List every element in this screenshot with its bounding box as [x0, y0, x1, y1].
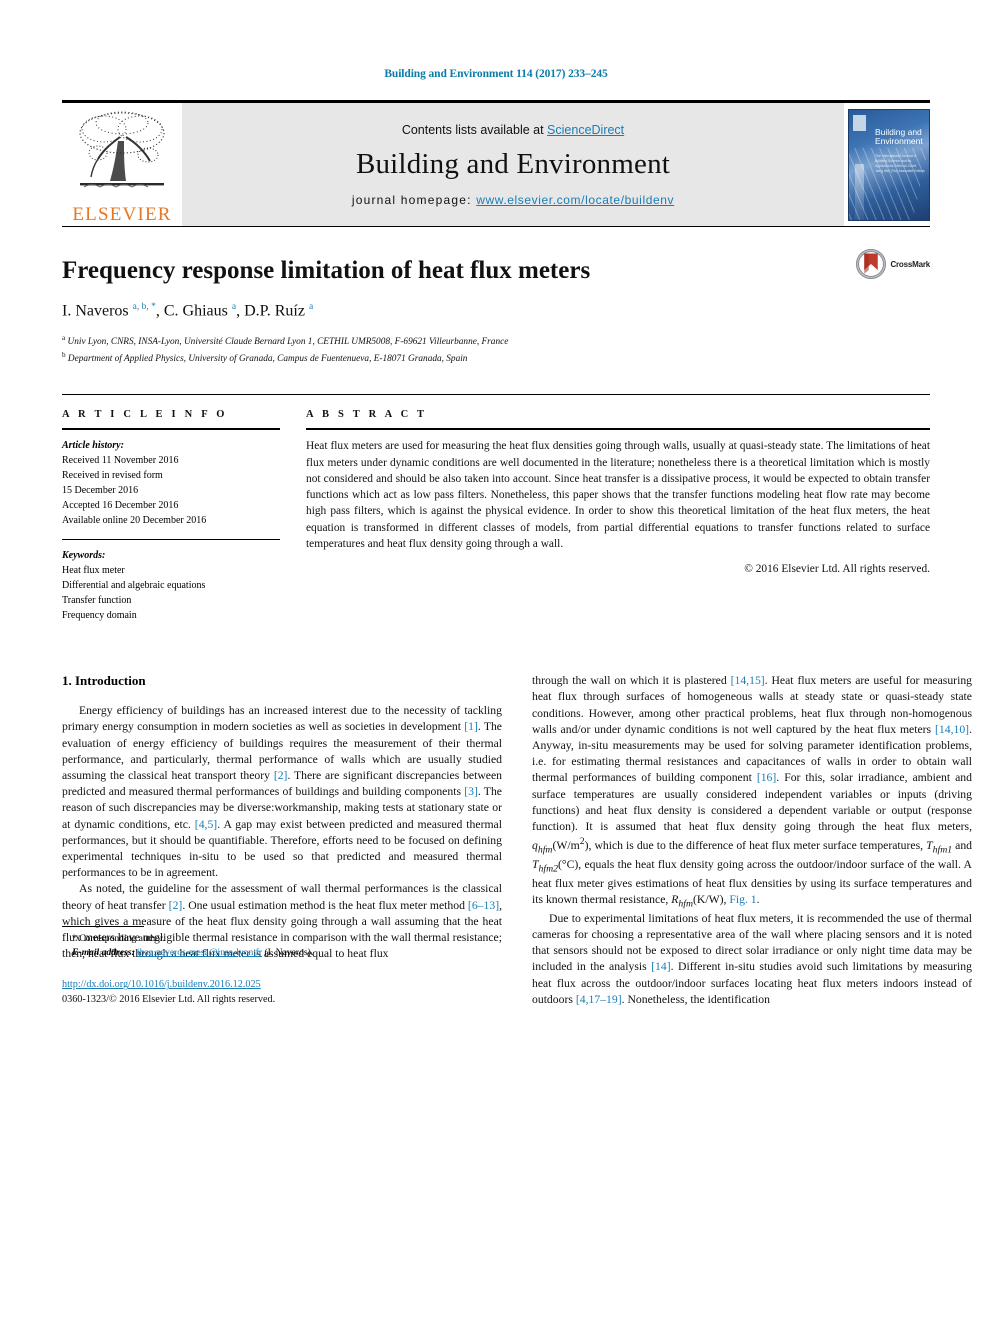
journal-banner: Contents lists available at ScienceDirec…: [182, 103, 844, 226]
affiliation-a: a Univ Lyon, CNRS, INSA-Lyon, Université…: [62, 333, 930, 350]
journal-masthead: ELSEVIER Contents lists available at Sci…: [62, 100, 930, 226]
crossmark-label: CrossMark: [890, 259, 930, 269]
sciencedirect-link[interactable]: ScienceDirect: [547, 123, 624, 137]
abstract-heading: A B S T R A C T: [306, 409, 428, 421]
history-item: Received 11 November 2016: [62, 455, 179, 467]
issn-copyright-line: 0360-1323/© 2016 Elsevier Ltd. All right…: [62, 994, 276, 1006]
corresponding-author-line: * Corresponding author.: [62, 932, 502, 946]
elsevier-wordmark: ELSEVIER: [72, 204, 172, 225]
keywords-rule: [62, 539, 280, 541]
cover-title: Building and Environment: [875, 126, 923, 147]
doi-link[interactable]: http://dx.doi.org/10.1016/j.buildenv.201…: [62, 979, 261, 990]
article-history-label: Article history:: [62, 440, 124, 452]
history-item: 15 December 2016: [62, 485, 139, 497]
paragraph: through the wall on which it is plastere…: [532, 674, 973, 910]
affiliation-mark-b: b: [62, 350, 66, 359]
contents-line: Contents lists available at ScienceDirec…: [402, 123, 624, 137]
keyword-item: Differential and algebraic equations: [62, 580, 206, 592]
crossmark-icon: [856, 249, 887, 279]
footnote-rule: [62, 925, 144, 927]
abstract-text: Heat flux meters are used for measuring …: [306, 440, 930, 550]
affiliation-text-a: Univ Lyon, CNRS, INSA-Lyon, Université C…: [67, 337, 509, 348]
crossmark-badge[interactable]: CrossMark: [856, 249, 930, 279]
affiliation-text-b: Department of Applied Physics, Universit…: [67, 353, 468, 364]
running-head: Building and Environment 114 (2017) 233–…: [384, 68, 608, 80]
body-column-left: 1. Introduction Energy efficiency of bui…: [62, 673, 502, 1008]
article-info-heading: A R T I C L E I N F O: [62, 409, 228, 421]
email-line: E-mail address: iban.naveros-mesa@insa-l…: [62, 946, 502, 960]
affiliation-mark-a: a: [62, 334, 66, 343]
history-item: Received in revised form: [62, 470, 163, 482]
history-item: Available online 20 December 2016: [62, 515, 207, 527]
author-list: I. Naveros a, b, *, C. Ghiaus a, D.P. Ru…: [62, 301, 314, 320]
journal-homepage-line: journal homepage: www.elsevier.com/locat…: [352, 193, 674, 207]
homepage-label: journal homepage:: [351, 192, 477, 207]
corresponding-author-marker: *: [72, 932, 77, 944]
affiliation-b: b Department of Applied Physics, Univers…: [62, 350, 930, 367]
body-column-right: through the wall on which it is plastere…: [532, 673, 972, 1008]
section-heading-introduction: 1. Introduction: [62, 673, 146, 689]
title-block: CrossMark Frequency response limitation …: [62, 227, 930, 366]
paragraph: Energy efficiency of buildings has an in…: [62, 704, 503, 880]
journal-cover: Building and Environment The Internation…: [844, 103, 930, 226]
article-info-column: A R T I C L E I N F O Article history: R…: [62, 409, 280, 623]
corresponding-author-text: Corresponding author.: [79, 932, 166, 944]
body-columns: 1. Introduction Energy efficiency of bui…: [62, 673, 972, 1008]
copyright-line: © 2016 Elsevier Ltd. All rights reserved…: [744, 563, 930, 576]
doi-block: http://dx.doi.org/10.1016/j.buildenv.201…: [62, 974, 502, 1008]
elsevier-tree-icon: [79, 111, 165, 188]
footnote-block: * Corresponding author. E-mail address: …: [62, 925, 502, 1008]
keyword-item: Transfer function: [62, 595, 132, 607]
cover-subtitle: The International Journal of Building Sc…: [875, 153, 925, 173]
keywords-label: Keywords:: [62, 550, 106, 562]
email-label: E-mail address:: [72, 947, 135, 959]
paper-page: Building and Environment 114 (2017) 233–…: [0, 0, 992, 1323]
contents-prefix: Contents lists available at: [401, 122, 548, 137]
cover-tower-decoration: [855, 163, 864, 220]
keyword-item: Heat flux meter: [62, 565, 125, 577]
cover-elsevier-badge-icon: [853, 114, 866, 131]
journal-title: Building and Environment: [355, 147, 671, 180]
history-item: Accepted 16 December 2016: [62, 500, 179, 512]
email-link[interactable]: iban.naveros-mesa@insa-lyon.fr: [137, 947, 262, 958]
abstract-rule: [306, 428, 930, 431]
info-abstract-band: A R T I C L E I N F O Article history: R…: [62, 394, 930, 623]
email-owner: (I. Naveros).: [264, 947, 314, 959]
abstract-column: A B S T R A C T Heat flux meters are use…: [306, 409, 930, 623]
elsevier-logo: ELSEVIER: [62, 103, 182, 226]
keyword-item: Frequency domain: [62, 610, 137, 622]
article-info-rule: [62, 428, 280, 431]
journal-homepage-link[interactable]: www.elsevier.com/locate/buildenv: [476, 193, 674, 207]
page-title: Frequency response limitation of heat fl…: [62, 257, 591, 284]
paragraph: Due to experimental limitations of heat …: [532, 911, 972, 1006]
journal-cover-image: Building and Environment The Internation…: [848, 108, 930, 221]
